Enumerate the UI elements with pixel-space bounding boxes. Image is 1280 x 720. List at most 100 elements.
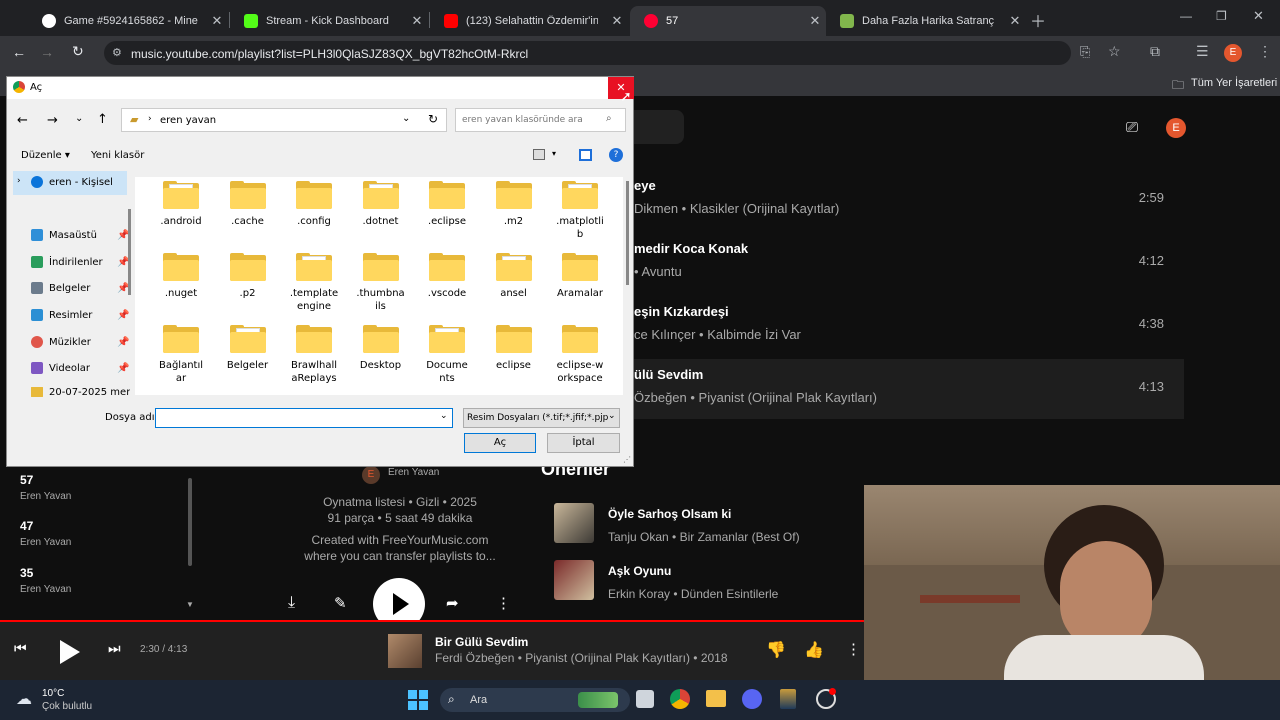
progress-bar-fill[interactable] [0,620,530,622]
folder-item[interactable]: Docume nts [415,325,479,385]
file-list-scrollbar[interactable] [626,181,629,285]
nav-item-desktop[interactable]: Masaüstü [31,229,97,241]
folder-item[interactable]: .config [282,181,346,228]
folder-item[interactable]: eclipse-w orkspace [548,325,612,385]
play-icon[interactable] [60,640,80,664]
reload-icon[interactable]: ↻ [72,43,84,60]
folder-item[interactable]: .nuget [149,253,213,300]
forward-icon[interactable]: → [47,113,58,128]
previous-icon[interactable]: ⏮ [14,640,27,657]
help-icon[interactable]: ? [609,148,623,162]
resize-grip-icon[interactable]: ⋰ [623,455,631,464]
chrome-menu-icon[interactable]: ⋮ [1258,43,1272,60]
preview-pane-icon[interactable] [579,149,592,161]
yt-avatar[interactable]: E [1166,118,1186,138]
weather-icon[interactable]: ☁ [16,689,32,709]
now-playing-title[interactable]: Bir Gülü Sevdim [435,635,528,649]
file-explorer-icon[interactable] [706,690,726,707]
tab-minesweeper[interactable]: Game #5924165862 - Minesweeper ✕ [28,6,228,36]
dislike-icon[interactable]: 👎 [766,640,786,660]
song-row[interactable]: eşin Kızkardeşi ce Kılınçer • Kalbimde İ… [634,296,1184,356]
share-icon[interactable]: ➦ [446,594,459,612]
new-folder-button[interactable]: Yeni klasör [91,150,144,161]
edit-icon[interactable]: ✎ [334,594,347,612]
address-breadcrumb[interactable]: ▰ › eren yavan ⌄ ↻ [121,108,447,132]
reading-list-icon[interactable]: ☰ [1196,43,1209,60]
folder-item[interactable]: .matplotli b [548,181,612,241]
new-tab-button[interactable]: ＋ [1030,8,1046,32]
tab-kick[interactable]: Stream - Kick Dashboard ✕ [230,6,428,36]
download-icon[interactable]: ⤓ [288,594,295,612]
chrome-taskbar-icon[interactable] [670,689,690,709]
filename-input[interactable]: ⌄ [155,408,453,428]
search-box[interactable] [634,110,684,144]
sidebar-scrollbar[interactable] [188,478,192,566]
folder-item[interactable]: .m2 [482,181,546,228]
url-text[interactable]: music.youtube.com/playlist?list=PLH3l0Ql… [131,47,528,61]
weather-text[interactable]: Çok bulutlu [42,701,92,712]
recent-locations-icon[interactable]: ⌄ [75,113,83,124]
tab-youtube-video[interactable]: (123) Selahattin Özdemir'in Ölm ✕ [430,6,628,36]
nav-scrollbar[interactable] [128,209,131,295]
like-icon[interactable]: 👍 [804,640,824,660]
next-icon[interactable]: ⏭ [108,640,121,657]
expand-chevron-icon[interactable]: › [17,176,21,186]
all-bookmarks-link[interactable]: Tüm Yer İşaretleri [1191,77,1277,89]
back-icon[interactable]: ← [17,113,28,128]
now-playing-thumbnail[interactable] [388,634,422,668]
address-bar[interactable]: ⚙ music.youtube.com/playlist?list=PLH3l0… [104,41,1071,65]
chevron-down-icon[interactable]: ⌄ [402,113,410,124]
close-tab-icon[interactable]: ✕ [606,13,628,29]
folder-item[interactable]: .p2 [216,253,280,300]
windows-start-icon[interactable] [408,690,428,710]
forward-icon[interactable]: → [40,44,54,60]
open-button[interactable]: Aç [464,433,536,453]
nav-item-videos[interactable]: Videolar [31,362,90,374]
folder-item[interactable]: Desktop [349,325,413,372]
folder-item[interactable]: .dotnet [349,181,413,228]
folder-item[interactable]: Brawlhall aReplays [282,325,346,385]
now-playing-subtitle[interactable]: Ferdi Özbeğen • Piyanist (Orijinal Plak … [435,651,728,665]
profile-avatar[interactable]: E [1224,44,1242,62]
task-view-icon[interactable] [636,690,654,708]
dialog-search-input[interactable]: eren yavan klasöründe ara ⌕ [455,108,626,132]
sidebar-playlist-57[interactable]: 57 Eren Yavan [20,473,71,502]
install-app-icon[interactable]: ⎘ [1080,44,1090,60]
folder-item[interactable]: eclipse [482,325,546,372]
folder-item[interactable]: .thumbna ils [349,253,413,313]
close-window-button[interactable]: ✕ [1253,8,1264,24]
song-row-playing[interactable]: ülü Sevdim Özbeğen • Piyanist (Orijinal … [634,359,1184,419]
cancel-button[interactable]: İptal [547,433,620,453]
owner-name[interactable]: Eren Yavan [388,467,439,478]
cast-icon[interactable]: ⎚ [1126,119,1138,136]
up-folder-icon[interactable]: ↑ [97,112,108,127]
breadcrumb-text[interactable]: eren yavan [160,115,216,126]
folder-item[interactable]: .eclipse [415,181,479,228]
chevron-down-icon[interactable]: ⌄ [440,411,448,421]
bookmark-star-icon[interactable]: ☆ [1108,43,1121,60]
filetype-select[interactable]: Resim Dosyaları (*.tif;*.jfif;*.pjp; ⌄ [463,408,620,428]
folder-item[interactable]: Aramalar [548,253,612,300]
folder-item[interactable]: .template engine [282,253,346,313]
folder-item[interactable]: Belgeler [216,325,280,372]
minimize-button[interactable]: — [1180,9,1192,23]
folder-item[interactable]: ansel [482,253,546,300]
maximize-button[interactable]: ❐ [1216,9,1227,23]
league-of-legends-icon[interactable] [780,689,796,709]
refresh-icon[interactable]: ↻ [428,112,438,126]
song-row[interactable]: eye Dikmen • Klasikler (Orijinal Kayıtla… [634,170,1184,230]
recommendation-item[interactable]: Aşk Oyunu Erkin Koray • Dünden Esintiler… [554,560,864,604]
site-info-icon[interactable]: ⚙ [112,46,122,59]
recommendation-item[interactable]: Öyle Sarhoş Olsam ki Tanju Okan • Bir Za… [554,503,864,547]
folder-item[interactable]: .android [149,181,213,228]
nav-item-personal[interactable]: eren - Kişisel [31,176,113,188]
view-dropdown-icon[interactable]: ▾ [552,149,556,158]
tab-youtube-music-active[interactable]: 57 ✕ [630,6,826,36]
discord-icon[interactable] [742,689,762,709]
sidebar-playlist-47[interactable]: 47 Eren Yavan [20,519,71,548]
close-tab-icon[interactable]: ✕ [206,13,228,29]
more-options-icon[interactable]: ⋮ [846,640,861,658]
close-tab-icon[interactable]: ✕ [1004,13,1026,29]
nav-item-dated-folder[interactable]: 20-07-2025 mer [31,387,130,397]
extensions-icon[interactable]: ⧉ [1150,43,1160,60]
